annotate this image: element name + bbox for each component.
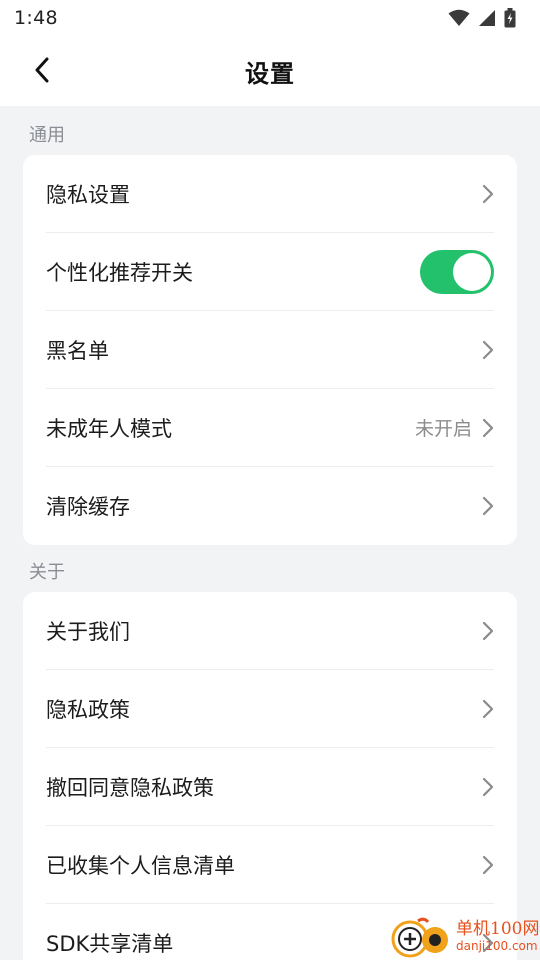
section-label-about: 关于 — [29, 562, 65, 583]
row-right: 未开启 — [415, 414, 494, 441]
row-label: 黑名单 — [46, 338, 109, 363]
signal-icon — [479, 10, 495, 26]
row-label: 清除缓存 — [46, 495, 130, 519]
chevron-left-icon — [35, 57, 49, 83]
row-label: 关于我们 — [46, 619, 130, 644]
row-label: 已收集个人信息清单 — [46, 853, 235, 878]
about-card: 关于我们 隐私政策 撤回同意隐私政策 已收集个人信息清单 SDK共享清单 — [23, 592, 517, 960]
row-label: SDK共享清单 — [46, 932, 174, 956]
withdraw-privacy-consent-row[interactable]: 撤回同意隐私政策 — [46, 748, 494, 826]
personalized-recommendation-row: 个性化推荐开关 — [46, 233, 494, 311]
watermark-main: 单机100网 — [456, 919, 540, 939]
battery-charging-icon — [504, 8, 516, 28]
back-button[interactable] — [22, 50, 62, 90]
row-label: 个性化推荐开关 — [46, 260, 193, 285]
row-label: 隐私设置 — [46, 182, 130, 207]
status-bar: 1:48 — [0, 0, 540, 36]
about-us-row[interactable]: 关于我们 — [46, 592, 494, 670]
blacklist-row[interactable]: 黑名单 — [46, 311, 494, 389]
chevron-right-icon — [482, 340, 494, 359]
personalized-recommendation-toggle[interactable] — [420, 249, 494, 294]
minor-mode-status: 未开启 — [414, 418, 472, 440]
page-title: 设置 — [245, 59, 295, 88]
watermark-text: 单机100网 danji100.com — [456, 919, 539, 953]
chevron-right-icon — [482, 184, 494, 203]
watermark-logo-icon — [388, 913, 454, 959]
collected-personal-info-row[interactable]: 已收集个人信息清单 — [46, 826, 494, 904]
row-label: 未成年人模式 — [46, 416, 172, 441]
settings-screen: 1:48 设置 通用 隐私设置 个性化推荐开关 黑名单 未成年人模式 未开启 清… — [0, 0, 540, 960]
general-settings-card: 隐私设置 个性化推荐开关 黑名单 未成年人模式 未开启 清除缓存 — [23, 155, 517, 545]
chevron-right-icon — [482, 496, 494, 516]
status-icons — [448, 8, 516, 28]
toggle-knob — [453, 252, 491, 291]
privacy-policy-row[interactable]: 隐私政策 — [46, 670, 494, 748]
section-label-general: 通用 — [29, 125, 65, 146]
clear-cache-row[interactable]: 清除缓存 — [46, 467, 494, 545]
wifi-icon — [448, 9, 470, 26]
watermark: 单机100网 danji100.com — [388, 912, 540, 960]
minor-mode-row[interactable]: 未成年人模式 未开启 — [46, 389, 494, 467]
chevron-right-icon — [482, 855, 494, 874]
row-label: 撤回同意隐私政策 — [46, 775, 214, 800]
chevron-right-icon — [482, 418, 494, 437]
chevron-right-icon — [482, 699, 494, 718]
chevron-right-icon — [482, 777, 494, 796]
row-label: 隐私政策 — [46, 697, 130, 722]
privacy-settings-row[interactable]: 隐私设置 — [46, 155, 494, 233]
chevron-right-icon — [482, 621, 494, 640]
watermark-sub: danji100.com — [456, 939, 538, 953]
app-header: 设置 — [0, 36, 540, 106]
status-time: 1:48 — [14, 7, 58, 29]
